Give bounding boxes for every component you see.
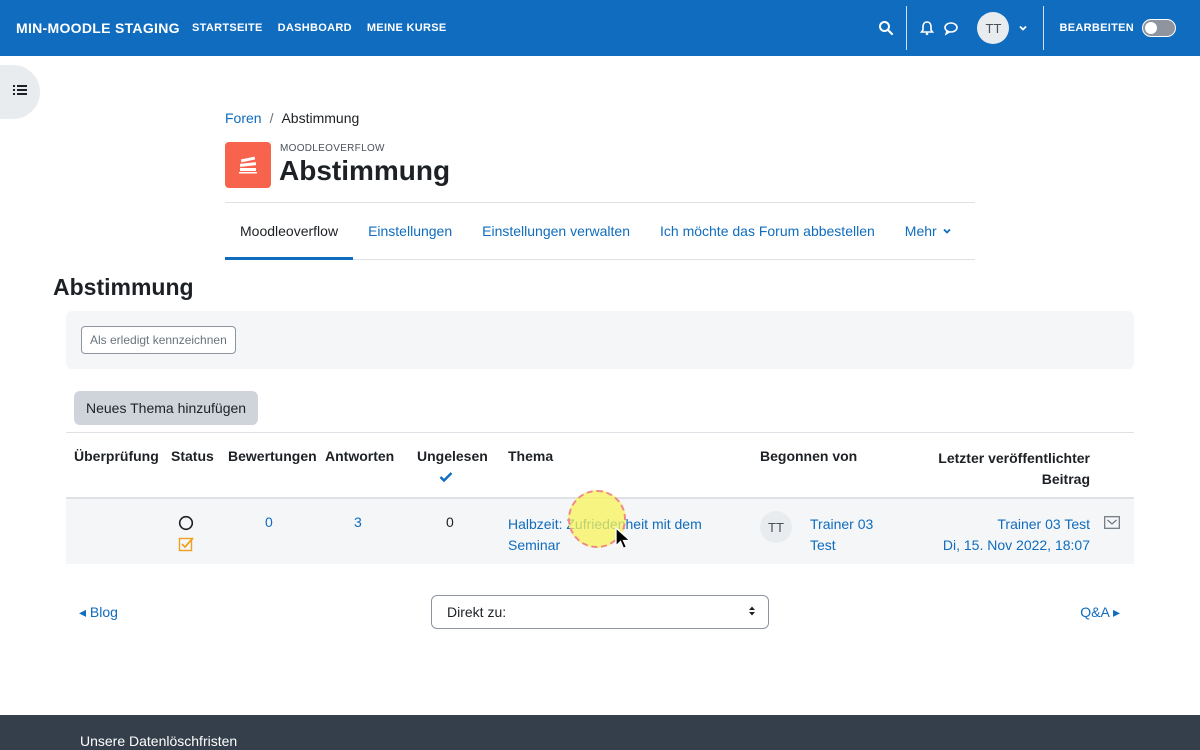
user-avatar[interactable]: TT xyxy=(977,12,1010,44)
breadcrumb-separator: / xyxy=(269,110,274,126)
page-title: Abstimmung xyxy=(279,155,451,186)
tab-manage-settings[interactable]: Einstellungen verwalten xyxy=(467,203,645,259)
data-retention-link[interactable]: Unsere Datenlöschfristen xyxy=(80,733,237,749)
column-header-unread: Ungelesen xyxy=(417,448,488,464)
author-avatar[interactable]: TT xyxy=(760,511,792,543)
column-header-started-by: Begonnen von xyxy=(760,448,858,464)
last-post-author: Trainer 03 Test xyxy=(997,516,1090,532)
chevron-down-icon xyxy=(942,226,952,236)
activity-completion-panel: Als erledigt kennzeichnen xyxy=(66,311,1134,369)
secondary-navigation: Moodleoverflow Einstellungen Einstellung… xyxy=(225,202,975,260)
unread-count: 0 xyxy=(446,514,454,530)
ratings-count[interactable]: 0 xyxy=(265,514,273,530)
author-link-line2: Test xyxy=(810,537,836,553)
chat-bubble-icon[interactable] xyxy=(941,18,961,38)
last-post-link[interactable]: Trainer 03 Test Di, 15. Nov 2022, 18:07 xyxy=(943,514,1090,556)
column-header-last-post: Letzter veröffentlichter Beitrag xyxy=(938,448,1090,490)
column-header-last-post-line2: Beitrag xyxy=(1041,471,1090,487)
edit-mode-toggle[interactable] xyxy=(1142,19,1176,37)
author-link[interactable]: Trainer 03 Test xyxy=(810,514,873,556)
circle-outline-icon xyxy=(178,515,194,536)
search-icon[interactable] xyxy=(876,18,896,38)
bell-icon[interactable] xyxy=(917,18,937,38)
checkbox-checked-icon xyxy=(178,536,194,557)
tab-moodleoverflow[interactable]: Moodleoverflow xyxy=(225,203,354,260)
last-post-date: Di, 15. Nov 2022, 18:07 xyxy=(942,537,1090,553)
moodleoverflow-icon xyxy=(225,142,271,188)
tab-more-label: Mehr xyxy=(904,223,937,239)
chevron-down-icon[interactable] xyxy=(1013,18,1033,38)
breadcrumb-current: Abstimmung xyxy=(281,110,360,126)
column-header-topic: Thema xyxy=(508,448,554,464)
tab-settings[interactable]: Einstellungen xyxy=(353,203,467,259)
next-activity-link[interactable]: Q&A ▸ xyxy=(1080,604,1120,621)
breadcrumb: Foren / Abstimmung xyxy=(225,110,359,126)
tab-unsubscribe[interactable]: Ich möchte das Forum abbestellen xyxy=(645,203,890,259)
previous-activity-link[interactable]: ◂ Blog xyxy=(79,604,118,621)
nav-link-my-courses[interactable]: MEINE KURSE xyxy=(367,22,447,34)
nav-link-home[interactable]: STARTSEITE xyxy=(192,22,263,34)
mouse-pointer-icon xyxy=(614,526,634,557)
edit-mode-label: BEARBEITEN xyxy=(1059,22,1134,34)
checkmark-icon[interactable] xyxy=(439,470,453,488)
breadcrumb-link-forums[interactable]: Foren xyxy=(225,110,262,126)
section-title: Abstimmung xyxy=(53,274,194,300)
column-header-status: Status xyxy=(171,448,214,464)
mark-as-done-button[interactable]: Als erledigt kennzeichnen xyxy=(81,326,236,354)
select-arrows-icon xyxy=(748,604,756,620)
navbar-right: TT BEARBEITEN xyxy=(876,0,1200,56)
list-icon xyxy=(12,83,28,102)
replies-count[interactable]: 3 xyxy=(354,514,362,530)
module-type-label: MOODLEOVERFLOW xyxy=(280,143,385,154)
jump-to-select[interactable]: Direkt zu: xyxy=(431,595,769,629)
navbar-divider xyxy=(906,6,908,50)
add-new-topic-button[interactable]: Neues Thema hinzufügen xyxy=(74,391,259,425)
tab-more[interactable]: Mehr xyxy=(890,203,967,259)
jump-to-label: Direkt zu: xyxy=(447,604,507,620)
column-header-review: Überprüfung xyxy=(74,448,159,464)
nav-link-dashboard[interactable]: DASHBOARD xyxy=(278,22,352,34)
primary-navigation: STARTSEITE DASHBOARD MEINE KURSE xyxy=(192,22,462,34)
column-header-ratings: Bewertungen xyxy=(228,448,317,464)
column-header-last-post-line1: Letzter veröffentlichter xyxy=(938,450,1090,466)
discussion-table-header: Überprüfung Status Bewertungen Antworten… xyxy=(66,432,1134,499)
column-header-replies: Antworten xyxy=(325,448,395,464)
page-footer: Unsere Datenlöschfristen xyxy=(0,715,1200,750)
envelope-icon[interactable] xyxy=(1104,516,1120,534)
site-brand[interactable]: MIN-MOODLE STAGING xyxy=(16,20,192,36)
course-index-toggle[interactable] xyxy=(0,65,40,119)
navbar-divider xyxy=(1043,6,1045,50)
author-link-line1: Trainer 03 xyxy=(810,516,874,532)
top-navbar: MIN-MOODLE STAGING STARTSEITE DASHBOARD … xyxy=(0,0,1200,56)
